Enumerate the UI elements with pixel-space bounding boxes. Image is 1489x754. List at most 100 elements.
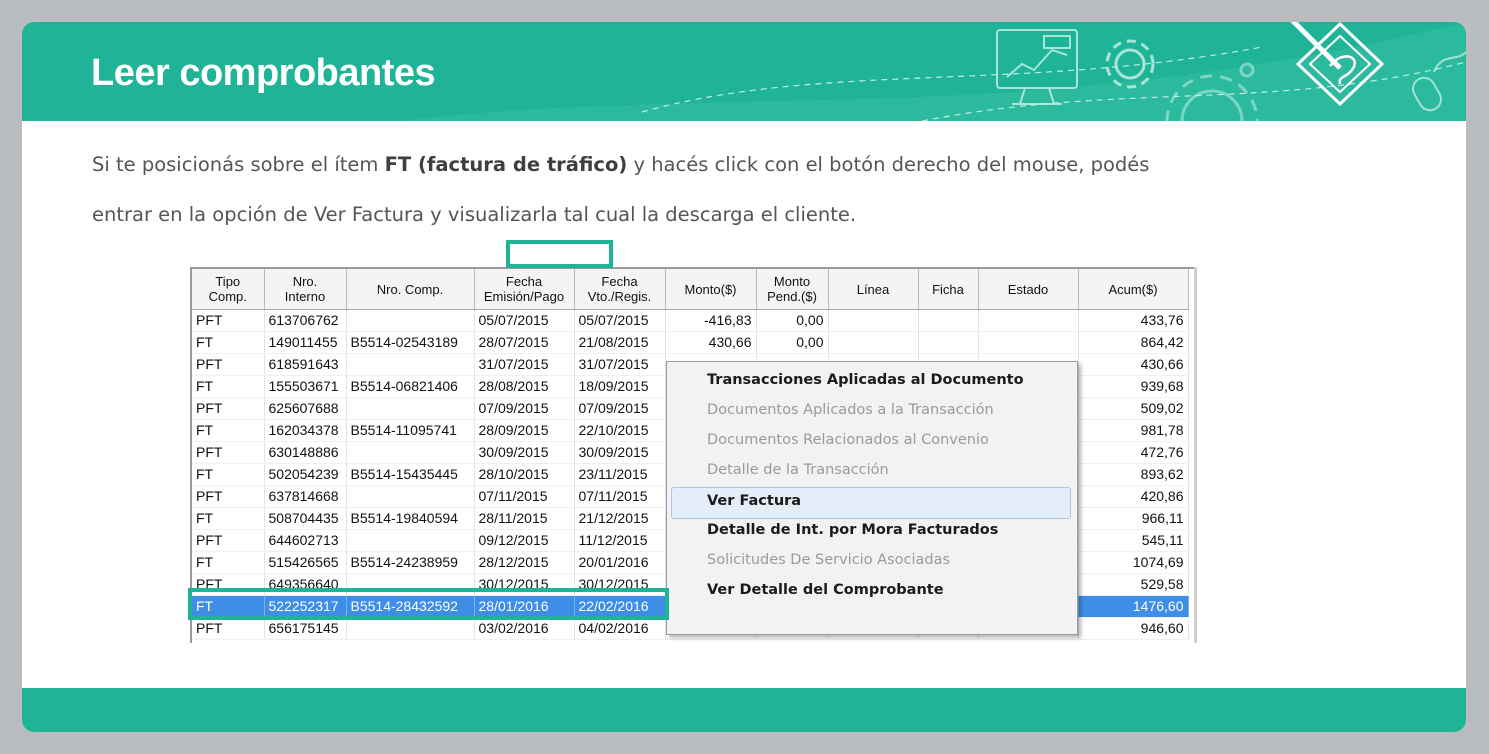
cell-acum: 430,66 — [1078, 353, 1189, 376]
cell-tipo: PFT — [192, 309, 265, 332]
cell-acum: 864,42 — [1078, 331, 1189, 354]
grid-frame-right — [1194, 267, 1197, 643]
col-header-acum[interactable]: Acum($) — [1078, 269, 1189, 310]
cell-acum: 939,68 — [1078, 375, 1189, 398]
col-header-estado[interactable]: Estado — [978, 269, 1079, 310]
cell-tipo: FT — [192, 419, 265, 442]
cell-fecha-vto: 30/09/2015 — [574, 441, 666, 464]
cell-nro-comp — [346, 529, 475, 552]
cell-fecha-emision: 30/09/2015 — [474, 441, 575, 464]
cell-ficha — [918, 309, 979, 332]
cell-nro-comp: B5514-06821406 — [346, 375, 475, 398]
cell-estado — [978, 309, 1079, 332]
cell-fecha-vto: 04/02/2016 — [574, 617, 666, 640]
cell-tipo: PFT — [192, 441, 265, 464]
menu-item-ver-detalle-del-comprobante[interactable]: Ver Detalle del Comprobante — [667, 577, 1075, 607]
cell-fecha-emision: 07/09/2015 — [474, 397, 575, 420]
cell-fecha-vto: 05/07/2015 — [574, 309, 666, 332]
cell-fecha-vto: 31/07/2015 — [574, 353, 666, 376]
cell-fecha-emision: 31/07/2015 — [474, 353, 575, 376]
cell-monto-pend: 0,00 — [756, 309, 829, 332]
cell-acum: 433,76 — [1078, 309, 1189, 332]
cell-fecha-emision: 28/08/2015 — [474, 375, 575, 398]
cell-fecha-emision: 28/11/2015 — [474, 507, 575, 530]
table-row[interactable]: FT 149011455 B5514-02543189 28/07/2015 21/08… — [192, 331, 1189, 354]
cell-nro-comp: B5514-24238959 — [346, 551, 475, 574]
cell-nro-interno: 644602713 — [264, 529, 347, 552]
menu-item-documentos-aplicados-a-la-transaccion: Documentos Aplicados a la Transacción — [667, 397, 1075, 427]
table-row[interactable]: PFT 613706762 05/07/2015 05/07/2015 -416,83 0… — [192, 309, 1189, 332]
cell-nro-comp: B5514-19840594 — [346, 507, 475, 530]
col-header-tipo[interactable]: Tipo Comp. — [192, 269, 265, 310]
cell-fecha-vto: 22/10/2015 — [574, 419, 666, 442]
app-screenshot: Tipo Comp. Nro. Interno Nro. Comp. Fecha Em… — [190, 267, 1197, 643]
cell-estado — [978, 331, 1079, 354]
header-banner: Leer comprobantes — [22, 22, 1466, 121]
intro-line-2: entrar en la opción de Ver Factura y vis… — [92, 203, 857, 226]
cell-fecha-vto: 07/09/2015 — [574, 397, 666, 420]
cell-nro-interno: 630148886 — [264, 441, 347, 464]
context-menu: Transacciones Aplicadas al Documento Docu… — [666, 361, 1078, 635]
cell-fecha-emision: 28/09/2015 — [474, 419, 575, 442]
col-header-monto-pend[interactable]: Monto Pend.($) — [756, 269, 829, 310]
cell-acum: 946,60 — [1078, 617, 1189, 640]
cell-fecha-vto: 11/12/2015 — [574, 529, 666, 552]
menu-item-label: Solicitudes De Servicio Asociadas — [707, 552, 951, 568]
menu-item-ver-factura[interactable]: Ver Factura — [671, 487, 1071, 519]
cell-nro-comp — [346, 309, 475, 332]
cell-nro-comp — [346, 441, 475, 464]
cell-nro-comp: B5514-11095741 — [346, 419, 475, 442]
cell-acum: 529,58 — [1078, 573, 1189, 596]
cell-acum: 893,62 — [1078, 463, 1189, 486]
cell-acum: 981,78 — [1078, 419, 1189, 442]
cell-nro-comp: B5514-15435445 — [346, 463, 475, 486]
col-header-nro-comp[interactable]: Nro. Comp. — [346, 269, 475, 310]
col-header-nro-interno[interactable]: Nro. Interno — [264, 269, 347, 310]
col-header-linea[interactable]: Línea — [828, 269, 919, 310]
cell-nro-interno: 502054239 — [264, 463, 347, 486]
cell-nro-interno: 162034378 — [264, 419, 347, 442]
grid-header-row: Tipo Comp. Nro. Interno Nro. Comp. Fecha Em… — [192, 269, 1189, 310]
cell-acum: 966,11 — [1078, 507, 1189, 530]
menu-item-detalle-de-int-por-mora-facturados[interactable]: Detalle de Int. por Mora Facturados — [667, 517, 1075, 547]
cell-fecha-emision: 28/10/2015 — [474, 463, 575, 486]
col-header-monto[interactable]: Monto($) — [665, 269, 757, 310]
cell-nro-interno: 625607688 — [264, 397, 347, 420]
intro-bold-text: FT (factura de tráfico) — [384, 153, 628, 176]
cell-monto: -416,83 — [665, 309, 757, 332]
col-header-fecha-emision[interactable]: Fecha Emisión/Pago — [474, 269, 575, 310]
cell-fecha-vto: 23/11/2015 — [574, 463, 666, 486]
menu-item-label: Ver Detalle del Comprobante — [707, 582, 944, 598]
cell-tipo: FT — [192, 507, 265, 530]
cell-nro-interno: 613706762 — [264, 309, 347, 332]
col-header-ficha[interactable]: Ficha — [918, 269, 979, 310]
selected-row-highlight — [188, 588, 669, 620]
cell-tipo: FT — [192, 375, 265, 398]
cell-acum: 1476,60 — [1078, 595, 1189, 618]
cell-fecha-emision: 05/07/2015 — [474, 309, 575, 332]
cell-fecha-vto: 18/09/2015 — [574, 375, 666, 398]
cell-nro-comp — [346, 617, 475, 640]
cell-acum: 545,11 — [1078, 529, 1189, 552]
cell-acum: 472,76 — [1078, 441, 1189, 464]
intro-text: y hacés click con el botón derecho del m… — [627, 153, 1150, 176]
cell-fecha-vto: 20/01/2016 — [574, 551, 666, 574]
menu-item-transacciones-aplicadas-al-documento[interactable]: Transacciones Aplicadas al Documento — [667, 367, 1075, 397]
footer-bar — [22, 688, 1466, 732]
menu-item-documentos-relacionados-al-convenio: Documentos Relacionados al Convenio — [667, 427, 1075, 457]
cell-acum: 420,86 — [1078, 485, 1189, 508]
cell-nro-interno: 637814668 — [264, 485, 347, 508]
cell-acum: 1074,69 — [1078, 551, 1189, 574]
cell-fecha-vto: 07/11/2015 — [574, 485, 666, 508]
cell-nro-comp: B5514-02543189 — [346, 331, 475, 354]
cell-nro-comp — [346, 485, 475, 508]
menu-item-label: Transacciones Aplicadas al Documento — [707, 372, 1024, 388]
menu-item-label: Ver Factura — [707, 493, 802, 509]
col-header-fecha-vto[interactable]: Fecha Vto./Regis. — [574, 269, 666, 310]
cell-fecha-emision: 09/12/2015 — [474, 529, 575, 552]
cell-nro-comp — [346, 397, 475, 420]
cell-nro-interno: 508704435 — [264, 507, 347, 530]
cell-nro-interno: 618591643 — [264, 353, 347, 376]
cell-nro-interno: 155503671 — [264, 375, 347, 398]
grid-frame-top — [190, 267, 1197, 269]
